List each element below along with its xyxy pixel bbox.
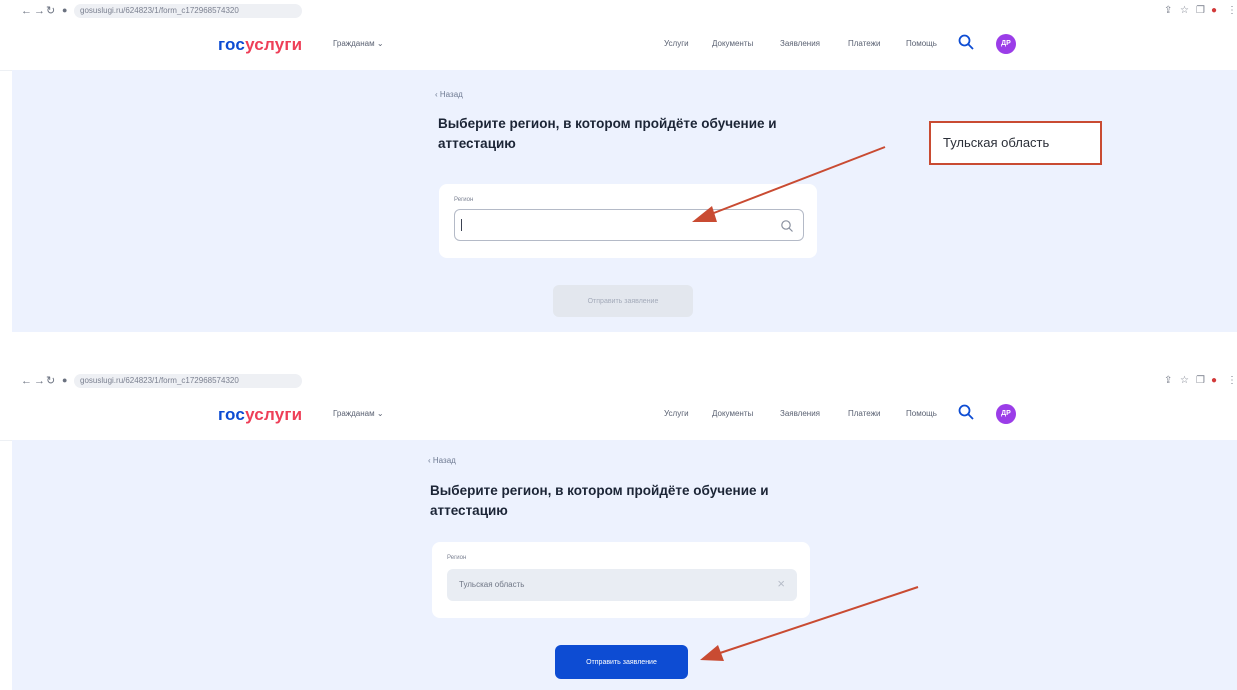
- forward-arrow-icon[interactable]: →: [34, 4, 45, 18]
- clear-icon[interactable]: ×: [777, 577, 785, 590]
- region-input[interactable]: Тульская область ×: [447, 569, 797, 601]
- citizen-selector[interactable]: Гражданам ⌄: [333, 39, 384, 48]
- citizen-selector[interactable]: Гражданам ⌄: [333, 409, 384, 418]
- region-input[interactable]: [454, 209, 804, 241]
- menu-services[interactable]: Услуги: [664, 409, 689, 418]
- browser-toolbar: ← → ↻ ● gosuslugi.ru/624823/1/form_c1729…: [0, 0, 1237, 22]
- text-caret: [461, 219, 462, 231]
- chevron-down-icon: ⌄: [376, 409, 384, 418]
- region-card: Регион Тульская область ×: [432, 542, 810, 618]
- tabs-icon[interactable]: ❐: [1196, 374, 1205, 388]
- site-header: госуслуги Гражданам ⌄ Услуги Документы З…: [0, 392, 1237, 441]
- chevron-down-icon: ⌄: [376, 39, 384, 48]
- menu-documents[interactable]: Документы: [712, 409, 753, 418]
- screenshot-before: ← → ↻ ● gosuslugi.ru/624823/1/form_c1729…: [0, 0, 1237, 338]
- browser-menu-icon[interactable]: ⋮: [1227, 4, 1237, 18]
- back-arrow-icon[interactable]: ←: [21, 4, 32, 18]
- annotation-callout: Тульская область: [929, 121, 1102, 165]
- profile-icon[interactable]: ●: [1211, 4, 1217, 18]
- region-input-value: Тульская область: [459, 580, 525, 589]
- bookmark-star-icon[interactable]: ☆: [1180, 374, 1189, 388]
- menu-documents[interactable]: Документы: [712, 39, 753, 48]
- profile-icon[interactable]: ●: [1211, 374, 1217, 388]
- tabs-icon[interactable]: ❐: [1196, 4, 1205, 18]
- site-header: госуслуги Гражданам ⌄ Услуги Документы З…: [0, 22, 1237, 71]
- logo-part-gos: гос: [218, 405, 246, 424]
- screenshot-after: ← → ↻ ● gosuslugi.ru/624823/1/form_c1729…: [0, 370, 1237, 690]
- avatar[interactable]: ДР: [996, 404, 1016, 424]
- menu-help[interactable]: Помощь: [906, 409, 937, 418]
- browser-menu-icon[interactable]: ⋮: [1227, 374, 1237, 388]
- lock-icon: ●: [62, 5, 68, 15]
- back-link[interactable]: ‹ Назад: [428, 456, 456, 465]
- search-icon[interactable]: [780, 219, 794, 233]
- menu-services[interactable]: Услуги: [664, 39, 689, 48]
- menu-payments[interactable]: Платежи: [848, 409, 880, 418]
- region-field-label: Регион: [447, 555, 467, 561]
- citizen-label: Гражданам: [333, 39, 375, 48]
- page-content: ‹ Назад Выберите регион, в котором пройд…: [12, 70, 1237, 332]
- region-field-label: Регион: [454, 197, 474, 203]
- share-icon[interactable]: ⇪: [1164, 4, 1172, 18]
- share-icon[interactable]: ⇪: [1164, 374, 1172, 388]
- logo-part-gos: гос: [218, 35, 246, 54]
- region-card: Регион: [439, 184, 817, 258]
- page-content: ‹ Назад Выберите регион, в котором пройд…: [12, 440, 1237, 690]
- gosuslugi-logo[interactable]: госуслуги: [218, 35, 302, 55]
- back-arrow-icon[interactable]: ←: [21, 374, 32, 388]
- page-title: Выберите регион, в котором пройдёте обуч…: [438, 116, 777, 151]
- logo-part-uslugi: услуги: [245, 405, 303, 424]
- menu-payments[interactable]: Платежи: [848, 39, 880, 48]
- search-icon[interactable]: [957, 33, 975, 51]
- submit-button[interactable]: Отправить заявление: [555, 645, 688, 679]
- search-icon[interactable]: [957, 403, 975, 421]
- avatar[interactable]: ДР: [996, 34, 1016, 54]
- logo-part-uslugi: услуги: [245, 35, 303, 54]
- reload-icon[interactable]: ↻: [46, 4, 55, 18]
- lock-icon: ●: [62, 375, 68, 385]
- forward-arrow-icon[interactable]: →: [34, 374, 45, 388]
- page-title: Выберите регион, в котором пройдёте обуч…: [430, 483, 769, 518]
- bookmark-star-icon[interactable]: ☆: [1180, 4, 1189, 18]
- menu-help[interactable]: Помощь: [906, 39, 937, 48]
- browser-toolbar: ← → ↻ ● gosuslugi.ru/624823/1/form_c1729…: [0, 370, 1237, 392]
- reload-icon[interactable]: ↻: [46, 374, 55, 388]
- address-bar[interactable]: gosuslugi.ru/624823/1/form_c172968574320: [74, 4, 302, 18]
- gosuslugi-logo[interactable]: госуслуги: [218, 405, 302, 425]
- back-link[interactable]: ‹ Назад: [435, 90, 463, 99]
- submit-button[interactable]: Отправить заявление: [553, 285, 693, 317]
- menu-applications[interactable]: Заявления: [780, 39, 820, 48]
- address-bar[interactable]: gosuslugi.ru/624823/1/form_c172968574320: [74, 374, 302, 388]
- citizen-label: Гражданам: [333, 409, 375, 418]
- menu-applications[interactable]: Заявления: [780, 409, 820, 418]
